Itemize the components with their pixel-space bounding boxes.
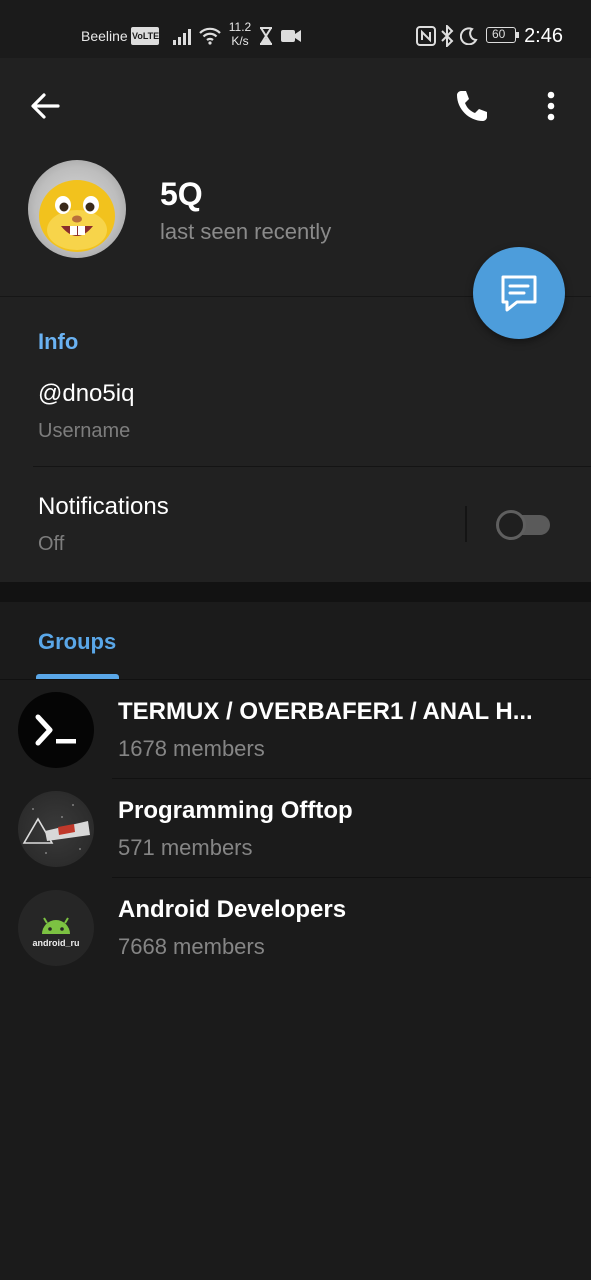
nfc-icon xyxy=(416,26,436,46)
notifications-separator xyxy=(465,506,467,542)
more-vertical-icon[interactable] xyxy=(536,86,566,126)
bluetooth-icon xyxy=(441,25,454,47)
phone-call-icon[interactable] xyxy=(452,86,492,126)
bunny-avatar-icon xyxy=(39,180,115,252)
video-camera-icon xyxy=(281,30,301,42)
info-section-title: Info xyxy=(38,329,79,354)
network-speed: 11.2 K/s xyxy=(226,20,254,48)
battery-level: 60 xyxy=(492,27,506,41)
moon-icon xyxy=(460,27,478,45)
clock: 2:46 xyxy=(524,25,563,47)
group-name: Programming Offtop xyxy=(118,797,353,824)
send-message-button[interactable] xyxy=(473,247,565,339)
group-name: Android Developers xyxy=(118,896,347,923)
battery-icon: 60 xyxy=(486,27,516,43)
last-seen-status: last seen recently xyxy=(160,219,332,244)
section-gap xyxy=(0,582,591,602)
group-avatar xyxy=(18,692,94,768)
notifications-toggle[interactable] xyxy=(496,510,552,540)
contact-avatar[interactable] xyxy=(28,160,126,258)
battery-tip xyxy=(516,32,519,38)
group-members-count: 571 members xyxy=(118,835,253,860)
contact-name: 5Q xyxy=(160,176,203,212)
speed-value: 11.2 xyxy=(228,20,252,34)
wifi-icon xyxy=(199,27,221,45)
status-bar: Beeline VoLTE 11.2 K/s 60 2:46 xyxy=(0,0,591,58)
signal-icon xyxy=(173,29,191,45)
username-value: @dno5iq xyxy=(38,380,135,407)
android-robot-icon xyxy=(42,917,70,934)
username-label: Username xyxy=(38,420,131,442)
group-members-count: 1678 members xyxy=(118,736,265,761)
terminal-prompt-icon xyxy=(35,714,76,746)
message-icon xyxy=(501,275,537,312)
group-list-item[interactable]: Programming Offtop 571 members xyxy=(0,779,591,878)
prism-avatar-icon xyxy=(22,804,90,854)
toggle-knob xyxy=(496,510,526,540)
notifications-value: Off xyxy=(38,533,65,555)
speed-unit: K/s xyxy=(231,34,249,48)
tab-groups[interactable]: Groups xyxy=(38,629,116,655)
carrier-name: Beeline xyxy=(81,28,128,44)
back-arrow-icon[interactable] xyxy=(28,88,64,124)
group-list-item[interactable]: android_ru Android Developers 7668 membe… xyxy=(0,878,591,977)
notifications-row[interactable] xyxy=(0,470,460,580)
hourglass-icon xyxy=(260,27,272,45)
group-name: TERMUX / OVERBAFER1 / ANAL H... xyxy=(118,698,533,725)
group-avatar xyxy=(18,791,94,867)
group-list-item[interactable]: TERMUX / OVERBAFER1 / ANAL H... 1678 mem… xyxy=(0,680,591,779)
notifications-title: Notifications xyxy=(38,493,169,520)
group-avatar: android_ru xyxy=(18,890,94,966)
info-divider xyxy=(33,466,591,467)
group-members-count: 7668 members xyxy=(118,934,265,959)
volte-badge: VoLTE xyxy=(131,27,159,45)
android-ru-caption: android_ru xyxy=(32,938,80,948)
